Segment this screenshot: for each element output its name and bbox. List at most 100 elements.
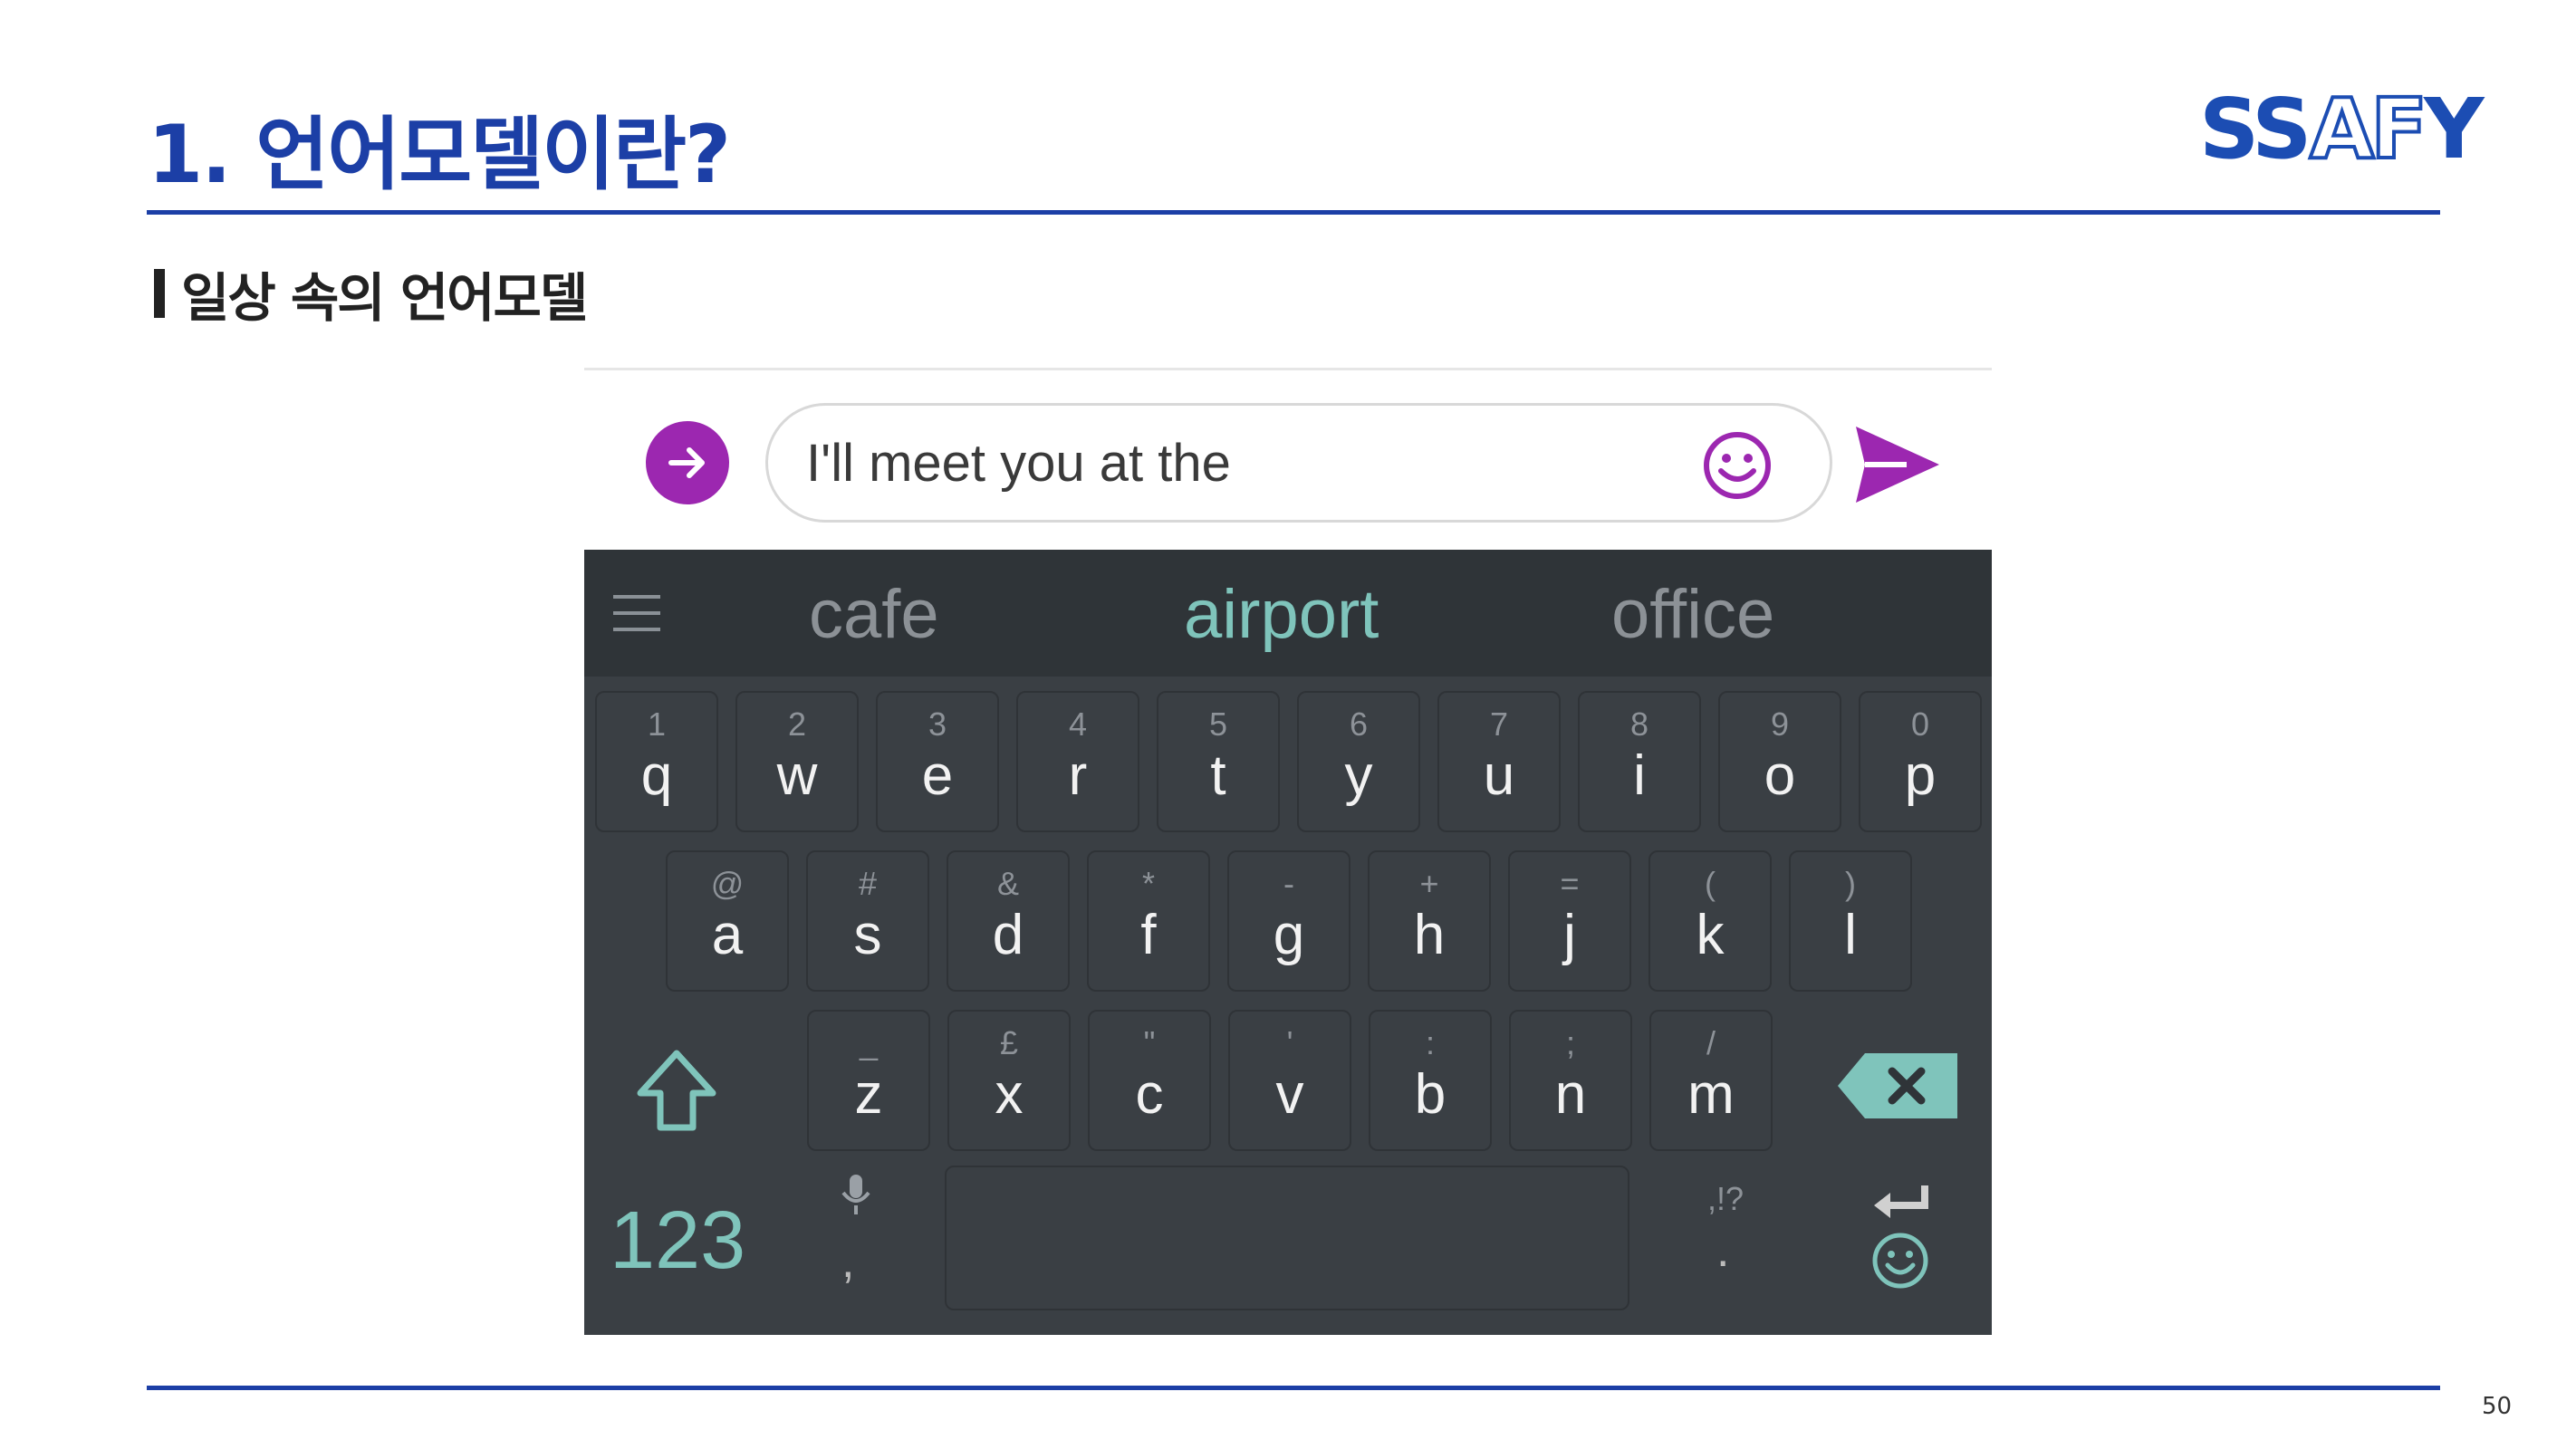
key-w[interactable]: 2w [735,691,859,832]
key-alt-label: _ [859,1024,879,1061]
key-label: k [1696,904,1725,966]
ssafy-logo: SS AF Y [2199,79,2489,179]
key-label: c [1135,1063,1164,1126]
key-alt-label: # [858,865,878,902]
key-label: g [1273,904,1305,966]
key-label: z [854,1063,883,1126]
key-alt-label: 5 [1208,705,1228,743]
key-alt-label: = [1560,865,1580,902]
key-x[interactable]: £ x [947,1010,1071,1151]
key-label: b [1414,1063,1447,1126]
key-r[interactable]: 4r [1016,691,1139,832]
key-alt-label: 0 [1910,705,1930,743]
key-k[interactable]: (k [1648,850,1772,992]
key-j[interactable]: = j [1508,850,1631,992]
key-v[interactable]: ' v [1228,1010,1351,1151]
key-c[interactable]: " c [1088,1010,1211,1151]
key-alt-label: 4 [1068,705,1088,743]
key-label: p [1904,744,1937,807]
forward-arrow-button[interactable] [646,421,729,504]
heading-marker [154,269,165,318]
suggestion-office[interactable]: office [1611,575,1774,654]
message-input[interactable]: I'll meet you at the [765,403,1832,523]
key-q[interactable]: 1q [595,691,718,832]
suggestion-cafe[interactable]: cafe [809,575,939,654]
key-alt-label: - [1283,865,1294,902]
key-alt-label: 2 [787,705,807,743]
send-icon[interactable] [1852,421,1943,508]
key-label: a [711,904,744,966]
key-alt-label: 6 [1349,705,1369,743]
menu-icon[interactable] [613,595,660,635]
key-label: u [1483,744,1515,807]
key-label: d [992,904,1024,966]
suggestion-airport[interactable]: airport [1184,575,1379,654]
key-y[interactable]: 6y [1297,691,1420,832]
key-label: l [1844,904,1857,966]
key-u[interactable]: 7u [1437,691,1561,832]
key-g[interactable]: -g [1227,850,1350,992]
key-l[interactable]: ) l [1789,850,1912,992]
virtual-keyboard: cafe airport office 1q2w3e4r5t6y7u8i9o0p… [584,550,1992,1335]
key-alt-label: 9 [1770,705,1790,743]
svg-text:Y: Y [2423,83,2485,174]
backspace-icon[interactable] [1836,1051,1959,1120]
punctuation-alt-label: ,!? [1707,1180,1745,1217]
key-alt-label: / [1706,1024,1716,1061]
key-label: s [853,904,882,966]
key-label: y [1344,744,1373,807]
key-alt-label: 1 [647,705,667,743]
key-z[interactable]: _ z [807,1010,930,1151]
space-bar[interactable] [945,1166,1629,1310]
keyboard-emoji-icon[interactable] [1870,1231,1930,1291]
key-d[interactable]: & d [947,850,1070,992]
title-divider [147,210,2440,215]
enter-icon[interactable] [1870,1184,1930,1220]
key-i[interactable]: 8i [1578,691,1701,832]
key-t[interactable]: 5t [1157,691,1280,832]
footer-divider [147,1386,2440,1390]
key-label: i [1633,744,1646,807]
key-m[interactable]: / m [1649,1010,1773,1151]
period-key[interactable]: . [1716,1223,1729,1278]
message-input-text: I'll meet you at the [806,434,1231,493]
key-h[interactable]: + h [1368,850,1491,992]
slide-title: 1. 언어모델이란? [148,108,731,201]
key-label: n [1554,1063,1587,1126]
key-a[interactable]: @ a [666,850,789,992]
key-label: j [1563,904,1576,966]
microphone-icon[interactable] [838,1173,874,1216]
key-label: v [1275,1063,1304,1126]
key-e[interactable]: 3e [876,691,999,832]
key-n[interactable]: ; n [1509,1010,1632,1151]
key-alt-label: ' [1286,1024,1293,1061]
numbers-key[interactable]: 123 [610,1195,745,1288]
key-f[interactable]: * f [1087,850,1210,992]
key-alt-label: * [1141,865,1155,902]
key-alt-label: " [1143,1024,1156,1061]
key-b[interactable]: :b [1369,1010,1492,1151]
section-heading: 일상 속의 언어모델 [154,255,588,331]
shift-icon[interactable] [631,1046,722,1137]
page-number: 50 [2482,1393,2513,1420]
key-label: h [1413,904,1446,966]
key-p[interactable]: 0p [1859,691,1982,832]
key-label: f [1140,904,1157,966]
arrow-right-icon [668,447,705,478]
section-heading-text: 일상 속의 언어모델 [181,267,588,329]
key-alt-label: ; [1565,1024,1575,1061]
key-o[interactable]: 9o [1718,691,1841,832]
compose-bar: I'll meet you at the [584,370,1992,550]
key-alt-label: £ [999,1024,1019,1061]
svg-text:AF: AF [2310,83,2424,174]
key-alt-label: & [996,865,1019,902]
key-alt-label: ( [1705,865,1716,902]
key-label: o [1764,744,1796,807]
key-s[interactable]: # s [806,850,929,992]
comma-key[interactable]: , [841,1234,854,1289]
key-alt-label: 8 [1629,705,1649,743]
key-label: w [776,744,818,807]
key-alt-label: + [1419,865,1439,902]
suggestion-strip: cafe airport office [584,550,1992,677]
emoji-icon[interactable] [1701,429,1773,502]
